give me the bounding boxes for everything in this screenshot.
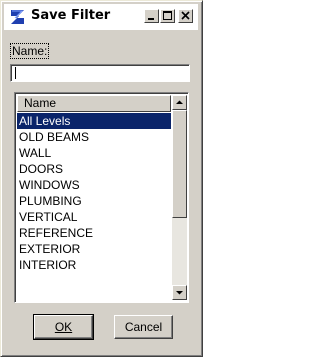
ok-button[interactable]: OK bbox=[33, 314, 94, 340]
minimize-button[interactable] bbox=[144, 9, 159, 23]
app-logo-icon bbox=[8, 7, 28, 27]
scrollbar-thumb[interactable] bbox=[172, 110, 187, 218]
minimize-icon bbox=[148, 18, 154, 20]
maximize-icon bbox=[163, 11, 172, 20]
name-input[interactable] bbox=[10, 64, 190, 82]
list-item[interactable]: INTERIOR bbox=[17, 257, 171, 273]
list-scrollbar[interactable] bbox=[172, 95, 187, 300]
list-item[interactable]: PLUMBING bbox=[17, 193, 171, 209]
list-item[interactable]: All Levels bbox=[17, 113, 171, 129]
ok-button-label: OK bbox=[54, 320, 73, 334]
list-column-header-name[interactable]: Name bbox=[17, 95, 171, 112]
cancel-button[interactable]: Cancel bbox=[114, 315, 173, 339]
window-title: Save Filter bbox=[31, 8, 111, 23]
arrow-down-icon bbox=[176, 291, 183, 295]
name-label: Name: bbox=[10, 43, 50, 59]
arrow-up-icon bbox=[176, 100, 183, 104]
list-rows: All Levels OLD BEAMS WALL DOORS WINDOWS … bbox=[17, 113, 171, 273]
close-icon bbox=[181, 11, 190, 20]
list-item[interactable]: WINDOWS bbox=[17, 177, 171, 193]
list-item[interactable]: EXTERIOR bbox=[17, 241, 171, 257]
cancel-button-label: Cancel bbox=[124, 320, 163, 334]
list-item[interactable]: REFERENCE bbox=[17, 225, 171, 241]
list-item[interactable]: DOORS bbox=[17, 161, 171, 177]
list-item[interactable]: VERTICAL bbox=[17, 209, 171, 225]
save-filter-dialog: Save Filter Name: Name All Levels OLD BE… bbox=[0, 0, 203, 357]
list-item[interactable]: OLD BEAMS bbox=[17, 129, 171, 145]
levels-list[interactable]: Name All Levels OLD BEAMS WALL DOORS WIN… bbox=[14, 92, 189, 303]
text-caret bbox=[15, 67, 16, 79]
scroll-up-button[interactable] bbox=[172, 95, 187, 110]
scroll-down-button[interactable] bbox=[172, 285, 187, 300]
title-bar[interactable]: Save Filter bbox=[4, 4, 198, 30]
maximize-button[interactable] bbox=[160, 9, 175, 23]
close-button[interactable] bbox=[178, 9, 193, 23]
list-item[interactable]: WALL bbox=[17, 145, 171, 161]
